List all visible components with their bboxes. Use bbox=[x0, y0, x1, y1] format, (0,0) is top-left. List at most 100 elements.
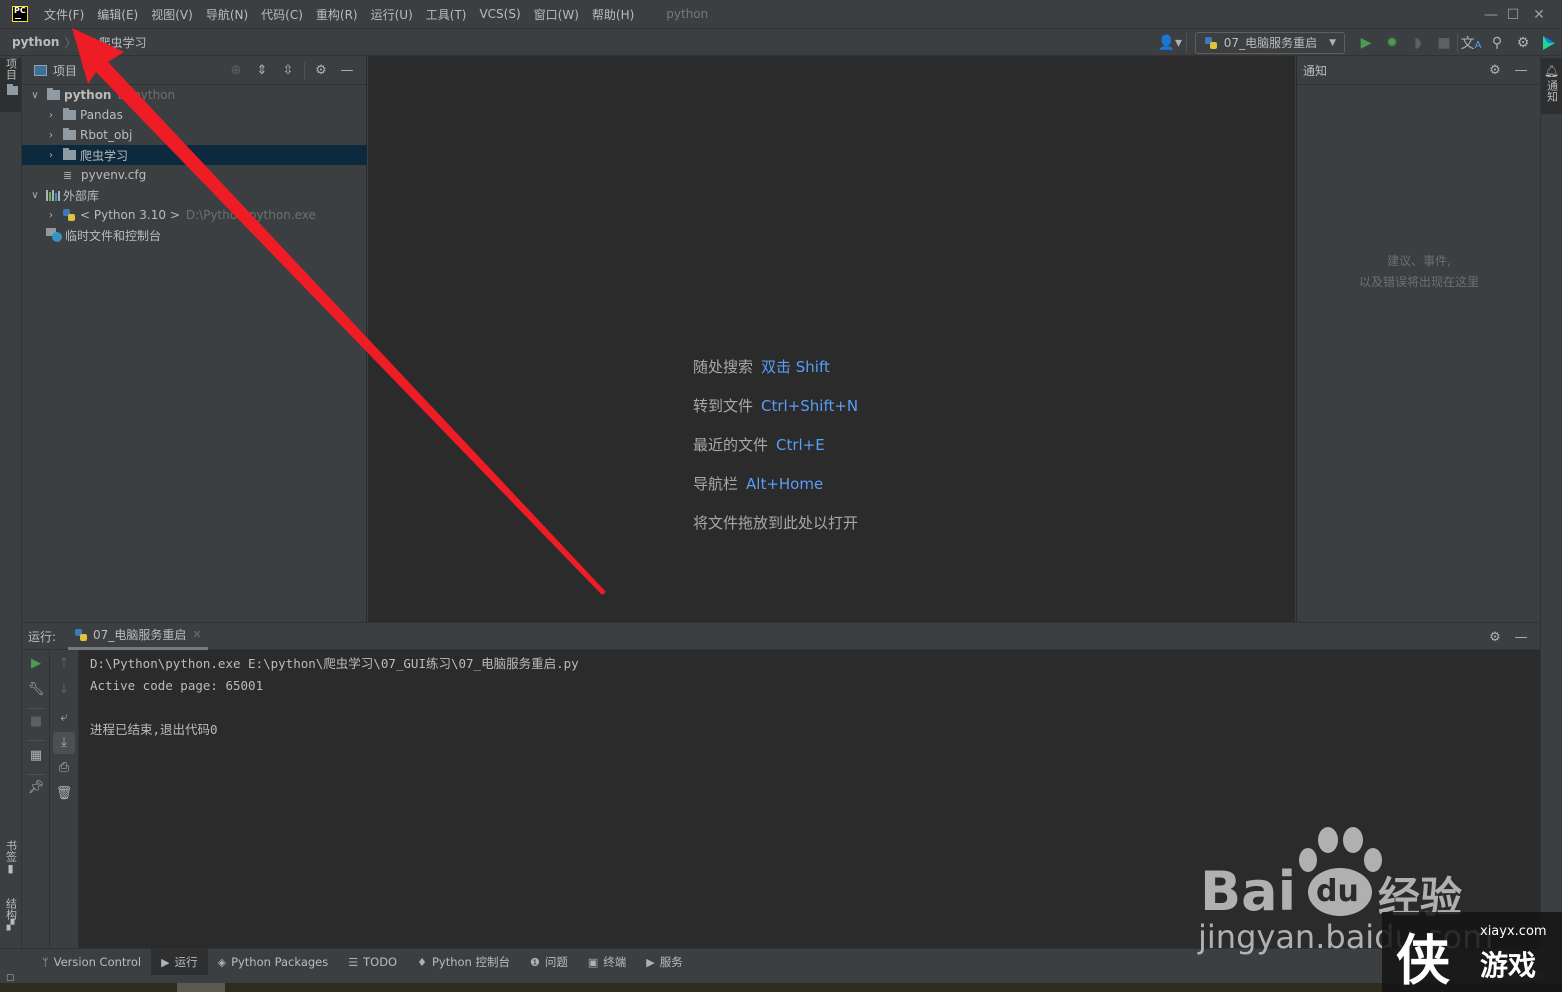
tab-python-console[interactable]: ♦ Python 控制台 bbox=[407, 949, 520, 976]
menu-window[interactable]: 窗口(W) bbox=[534, 6, 579, 23]
stop-button[interactable]: ■ bbox=[1431, 32, 1457, 54]
xia-name: 游戏 bbox=[1480, 949, 1537, 982]
tab-problems[interactable]: ❶ 问题 bbox=[520, 949, 578, 976]
menu-vcs[interactable]: VCS(S) bbox=[479, 7, 520, 21]
run-tab[interactable]: 07_电脑服务重启 ✕ bbox=[68, 623, 208, 650]
menu-refactor[interactable]: 重构(R) bbox=[316, 6, 358, 23]
tab-version-control[interactable]: ᛘ Version Control bbox=[32, 949, 151, 976]
layout-icon[interactable]: ▦ bbox=[22, 748, 50, 763]
run-button[interactable]: ▶ bbox=[1353, 32, 1379, 54]
gear-icon[interactable]: ⚙ bbox=[1482, 630, 1508, 645]
packages-icon: ◈ bbox=[217, 955, 227, 969]
tab-label: 运行 bbox=[174, 955, 198, 969]
hint-shortcut: Ctrl+E bbox=[776, 436, 825, 454]
search-everywhere-button[interactable]: ⚲ bbox=[1484, 32, 1510, 54]
bookmark-icon: ▮ bbox=[7, 862, 14, 875]
account-button[interactable]: 👤▾ bbox=[1154, 32, 1186, 54]
divider bbox=[1185, 32, 1187, 53]
notifications-tool-button[interactable]: 🔔︎ 通知 bbox=[1541, 58, 1562, 114]
arrow-up-icon[interactable]: ↑ bbox=[50, 656, 78, 671]
project-panel-title[interactable]: 项目 bbox=[53, 62, 77, 79]
debug-button[interactable]: ✹ bbox=[1379, 32, 1405, 54]
editor-empty-area[interactable]: 随处搜索 双击 Shift 转到文件 Ctrl+Shift+N 最近的文件 Ctrl+… bbox=[368, 56, 1295, 622]
console-output[interactable]: D:\Python\python.exe E:\python\爬虫学习\07_G… bbox=[90, 653, 579, 741]
run-panel-actions: ⚙ — bbox=[1482, 623, 1534, 652]
user-icon: 👤▾ bbox=[1157, 34, 1183, 51]
tree-item-pandas[interactable]: › Pandas bbox=[22, 105, 367, 125]
run-configuration-select[interactable]: 07_电脑服务重启 ▼ bbox=[1194, 31, 1345, 54]
rerun-icon[interactable]: ▶ bbox=[22, 656, 50, 671]
tab-services[interactable]: ▶ 服务 bbox=[636, 949, 692, 976]
left-tool-stripe: 项目 书签 ▮ 结构 ▞ bbox=[0, 56, 22, 948]
chevron-right-icon[interactable]: › bbox=[44, 150, 58, 161]
hint-label: 转到文件 bbox=[693, 397, 754, 415]
run-toolbar-secondary: ↑ ↓ ⤶ ⤓ ⎙ 🗑︎ bbox=[50, 650, 79, 949]
tab-label: Python Packages bbox=[231, 955, 329, 969]
menu-tools[interactable]: 工具(T) bbox=[426, 6, 467, 23]
chevron-down-icon[interactable]: ▾ bbox=[83, 65, 88, 75]
library-icon bbox=[46, 189, 60, 201]
tree-item-spider[interactable]: › 爬虫学习 bbox=[22, 145, 367, 165]
arrow-down-icon[interactable]: ↓ bbox=[50, 682, 78, 697]
menu-help[interactable]: 帮助(H) bbox=[592, 6, 634, 23]
menu-file[interactable]: 文件(F) bbox=[44, 6, 84, 23]
menu-view[interactable]: 视图(V) bbox=[151, 6, 193, 23]
xia-char: 侠 bbox=[1396, 928, 1450, 992]
locate-file-icon[interactable]: ⊕ bbox=[223, 63, 249, 78]
tree-item-rbot-obj[interactable]: › Rbot_obj bbox=[22, 125, 367, 145]
taskbar-active-app[interactable] bbox=[177, 983, 225, 992]
chevron-down-icon[interactable]: ∨ bbox=[28, 90, 42, 101]
collapse-all-icon[interactable]: ⇳ bbox=[275, 63, 301, 78]
menu-code[interactable]: 代码(C) bbox=[261, 6, 303, 23]
toggle-tool-windows-icon[interactable]: ▢ bbox=[6, 973, 15, 983]
tab-terminal[interactable]: ▣ 终端 bbox=[578, 949, 636, 976]
coverage-icon: ◗ bbox=[1414, 34, 1422, 51]
pin-icon[interactable]: 📌︎ bbox=[22, 780, 50, 795]
breadcrumb-item[interactable]: 爬虫学习 bbox=[81, 34, 147, 51]
divider bbox=[27, 708, 45, 709]
coverage-button[interactable]: ◗ bbox=[1405, 32, 1431, 54]
scratch-console-icon bbox=[46, 228, 62, 242]
menu-navigate[interactable]: 导航(N) bbox=[206, 6, 248, 23]
soft-wrap-icon[interactable]: ⤶ bbox=[50, 710, 78, 725]
tree-item-external-libraries[interactable]: ∨ 外部库 bbox=[22, 185, 367, 205]
tab-run[interactable]: ▶ 运行 bbox=[151, 948, 208, 976]
folder-icon bbox=[63, 108, 76, 120]
stop-icon[interactable]: ■ bbox=[22, 714, 50, 729]
tree-item-python[interactable]: ∨ python E:\python bbox=[22, 85, 367, 105]
menu-edit[interactable]: 编辑(E) bbox=[97, 6, 138, 23]
wrench-icon[interactable]: 🔧︎ bbox=[22, 682, 50, 697]
trash-icon[interactable]: 🗑︎ bbox=[50, 786, 78, 801]
tab-python-packages[interactable]: ◈ Python Packages bbox=[208, 949, 339, 976]
expand-all-icon[interactable]: ⇕ bbox=[249, 63, 275, 78]
breadcrumb-root[interactable]: python bbox=[12, 35, 59, 49]
hide-panel-icon[interactable]: — bbox=[334, 63, 360, 78]
translate-button[interactable]: 文A bbox=[1458, 32, 1484, 54]
scroll-to-end-icon[interactable]: ⤓ bbox=[53, 732, 75, 754]
print-icon[interactable]: ⎙ bbox=[50, 760, 78, 775]
bookmarks-tool-button[interactable]: 书签 ▮ bbox=[0, 840, 21, 886]
hint-label: 最近的文件 bbox=[693, 436, 769, 454]
settings-button[interactable]: ⚙ bbox=[1510, 32, 1536, 54]
chevron-down-icon[interactable]: ∨ bbox=[28, 190, 42, 201]
close-button[interactable]: ✕ bbox=[1516, 0, 1562, 29]
close-icon[interactable]: ✕ bbox=[192, 628, 201, 641]
project-tool-button[interactable]: 项目 bbox=[0, 58, 21, 112]
chevron-right-icon[interactable]: › bbox=[44, 130, 58, 141]
structure-tool-button[interactable]: 结构 ▞ bbox=[0, 898, 21, 944]
tree-item-path: D:\Python\python.exe bbox=[185, 208, 316, 222]
code-with-me-button[interactable] bbox=[1536, 32, 1562, 54]
chevron-right-icon[interactable]: › bbox=[44, 110, 58, 121]
tab-todo[interactable]: ☰ TODO bbox=[338, 949, 407, 976]
menu-run[interactable]: 运行(U) bbox=[371, 6, 413, 23]
python-icon bbox=[63, 209, 75, 221]
run-panel-header: 运行: 07_电脑服务重启 ✕ ⚙ — bbox=[22, 623, 1540, 650]
gear-icon[interactable]: ⚙ bbox=[308, 63, 334, 78]
hide-panel-icon[interactable]: — bbox=[1508, 63, 1534, 78]
hide-panel-icon[interactable]: — bbox=[1508, 630, 1534, 645]
gear-icon[interactable]: ⚙ bbox=[1482, 63, 1508, 78]
chevron-right-icon[interactable]: › bbox=[44, 210, 58, 221]
tree-item-scratches[interactable]: 临时文件和控制台 bbox=[22, 225, 367, 245]
tree-item-python-sdk[interactable]: › < Python 3.10 > D:\Python\python.exe bbox=[22, 205, 367, 225]
tree-item-pyvenv[interactable]: ≣ pyvenv.cfg bbox=[22, 165, 367, 185]
